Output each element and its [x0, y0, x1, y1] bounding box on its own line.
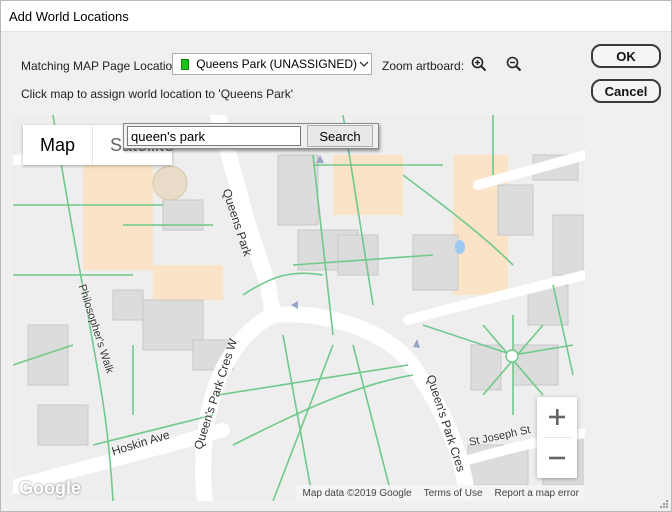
tab-map[interactable]: Map [23, 125, 92, 165]
minus-icon [549, 456, 565, 460]
location-select-value: Queens Park (UNASSIGNED) [196, 57, 358, 71]
terms-of-use-link[interactable]: Terms of Use [424, 488, 483, 499]
zoom-in-icon [471, 56, 487, 72]
report-error-link[interactable]: Report a map error [495, 488, 579, 499]
map-search-input[interactable] [127, 126, 301, 146]
cancel-button[interactable]: Cancel [591, 79, 661, 103]
map-zoom-out-button[interactable] [537, 438, 577, 478]
location-color-swatch [181, 58, 190, 70]
map-zoom-in-button[interactable] [537, 397, 577, 437]
attribution-bar: Map data ©2019 Google Terms of Use Repor… [296, 485, 585, 501]
map-view[interactable]: Queens Park Philosopher's Walk Queen's P… [13, 115, 585, 501]
zoom-in-button[interactable] [469, 54, 489, 74]
matching-location-label: Matching MAP Page Location: [21, 59, 183, 73]
add-world-locations-dialog: Add World Locations Matching MAP Page Lo… [0, 0, 672, 512]
title-bar: Add World Locations [1, 1, 671, 32]
ok-button[interactable]: OK [591, 44, 661, 68]
map-zoom-control [537, 397, 577, 478]
resize-grip-icon[interactable] [659, 499, 669, 509]
map-attribution: Google Map data ©2019 Google Terms of Us… [13, 478, 585, 501]
map-data-text: Map data ©2019 Google [302, 487, 412, 499]
zoom-out-icon [506, 56, 522, 72]
window-title: Add World Locations [9, 9, 129, 24]
zoom-artboard-label: Zoom artboard: [382, 59, 465, 73]
map-canvas [13, 115, 585, 501]
assign-hint-text: Click map to assign world location to 'Q… [21, 87, 294, 101]
plus-icon [549, 409, 565, 425]
map-search-button[interactable]: Search [307, 125, 373, 147]
map-search-box: Search [123, 123, 379, 149]
google-logo: Google [19, 478, 81, 498]
location-select[interactable]: Queens Park (UNASSIGNED) [172, 53, 372, 75]
zoom-out-button[interactable] [504, 54, 524, 74]
chevron-down-icon [357, 54, 371, 74]
